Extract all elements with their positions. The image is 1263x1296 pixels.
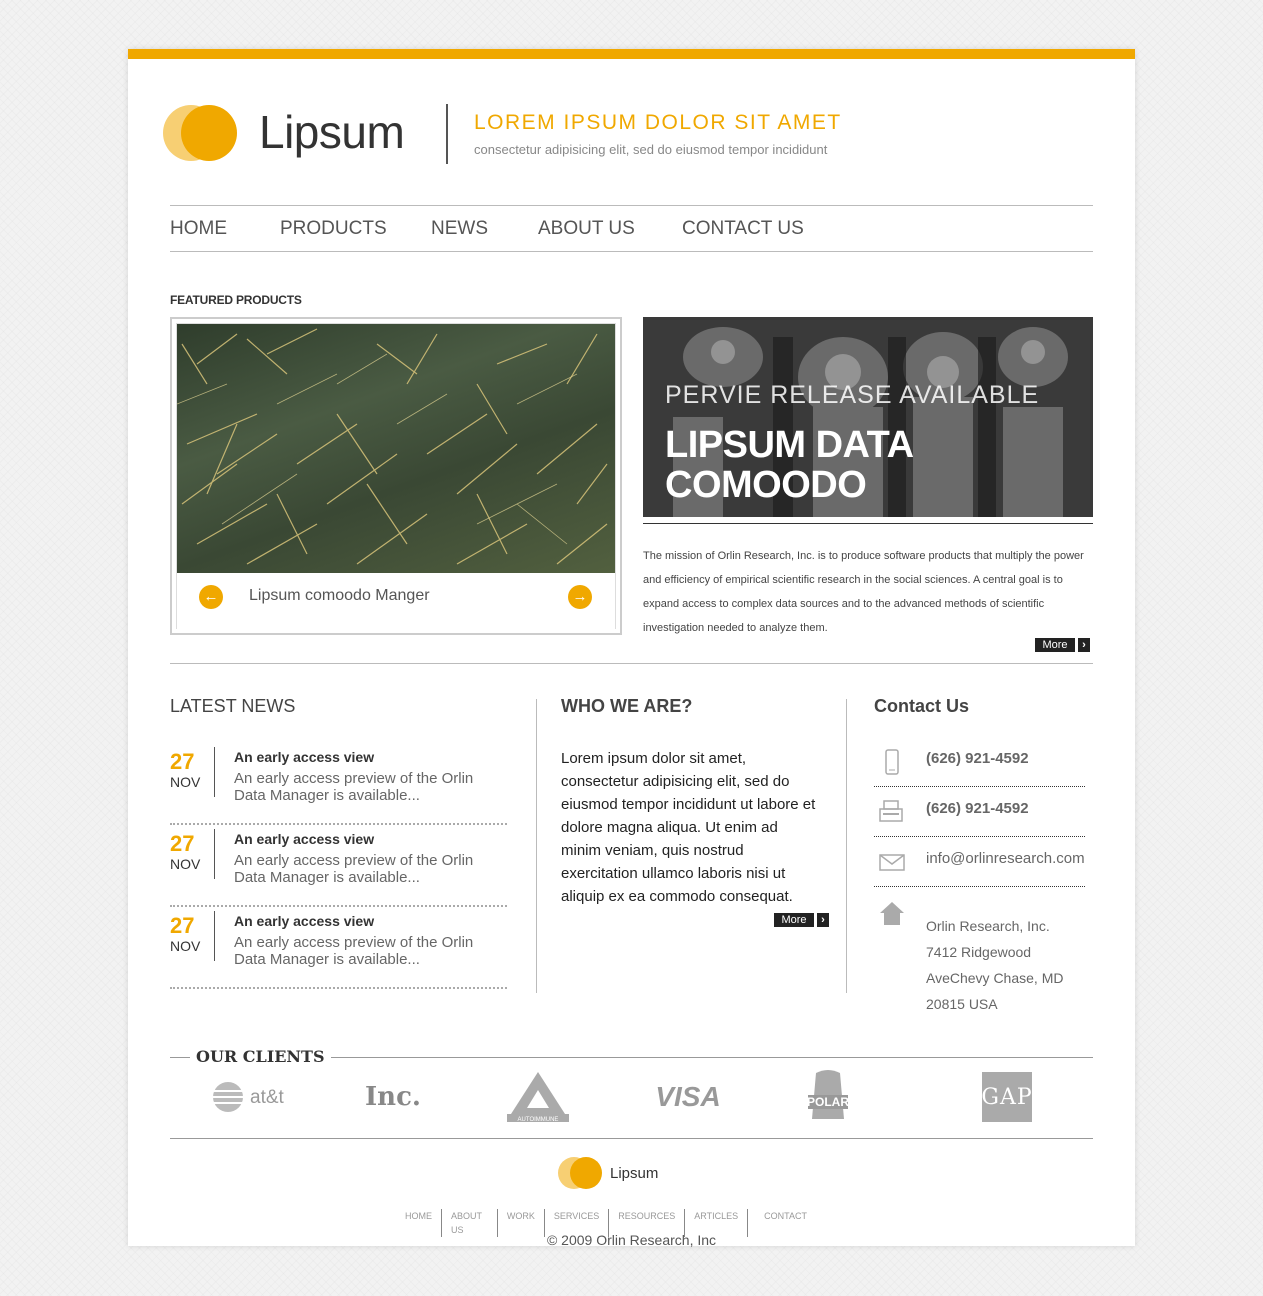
section-divider (170, 663, 1093, 664)
client-inc-text: Inc. (365, 1082, 421, 1112)
envelope-icon (878, 849, 906, 875)
logo-text[interactable]: Lipsum (259, 105, 405, 159)
news-title[interactable]: An early access view (234, 831, 374, 847)
svg-text:AUTOIMMUNE: AUTOIMMUNE (518, 1117, 559, 1123)
arrow-left-icon: ← (203, 588, 219, 605)
banner-underline (643, 523, 1093, 524)
contact-fax[interactable]: (626) 921-4592 (926, 800, 1029, 817)
client-logo-autoimmune[interactable]: AUTOIMMUNE (503, 1069, 573, 1125)
news-title[interactable]: An early access view (234, 749, 374, 765)
news-desc: An early access preview of the Orlin Dat… (234, 770, 474, 804)
column-divider (536, 699, 537, 993)
featured-label: FEATURED PRODUCTS (170, 293, 302, 307)
contact-title: Contact Us (874, 696, 970, 716)
nav-about-us[interactable]: ABOUT US (538, 218, 635, 240)
nav-products[interactable]: PRODUCTS (280, 218, 387, 240)
more-label: More (1035, 638, 1075, 652)
client-logo-polar[interactable]: POLAR (798, 1069, 858, 1125)
latest-news-title: LATEST NEWS (170, 696, 296, 716)
slider-caption: Lipsum comoodo Manger (249, 587, 430, 604)
client-gap-text: GAP (981, 1072, 1032, 1122)
client-logo-gap[interactable]: GAP (981, 1069, 1033, 1125)
clients-label: OUR CLIENTS (190, 1047, 331, 1066)
contact-email-row: info@orlinresearch.com (874, 837, 1085, 887)
home-icon (878, 899, 906, 927)
mobile-phone-icon (878, 749, 906, 775)
news-day: 27 (170, 913, 195, 938)
column-divider (846, 699, 847, 993)
mission-more-button[interactable]: More › (1035, 638, 1090, 652)
client-logo-att[interactable]: at&t (208, 1069, 298, 1125)
footer-divider (170, 1138, 1093, 1139)
tagline: LOREM IPSUM DOLOR SIT AMET (474, 111, 842, 134)
page-container: Lipsum LOREM IPSUM DOLOR SIT AMET consec… (128, 49, 1135, 1248)
banner-title: LIPSUM DATA COMOODO (665, 425, 914, 505)
chevron-right-icon: › (1078, 638, 1090, 652)
footer-logo-text[interactable]: Lipsum (610, 1165, 658, 1182)
contact-phone[interactable]: (626) 921-4592 (926, 750, 1029, 767)
news-day: 27 (170, 749, 195, 774)
arrow-right-icon: → (572, 588, 588, 605)
header-divider (446, 104, 448, 164)
who-title: WHO WE ARE? (561, 696, 693, 716)
news-desc: An early access preview of the Orlin Dat… (234, 852, 474, 886)
news-month: NOV (170, 938, 201, 954)
slider-image-cactus (177, 324, 615, 573)
main-nav: HOME PRODUCTS NEWS ABOUT US CONTACT US (170, 205, 1093, 252)
subtagline: consectetur adipisicing elit, sed do eiu… (474, 142, 828, 157)
slider-prev-button[interactable]: ← (199, 585, 223, 609)
news-item[interactable]: 27 NOV An early access view An early acc… (170, 825, 507, 907)
banner-subtitle: PERVIE RELEASE AVAILABLE (665, 381, 1040, 409)
copyright: © 2009 Orlin Research, Inc (546, 1232, 717, 1248)
who-more-button[interactable]: More › (774, 913, 829, 927)
svg-text:at&t: at&t (250, 1087, 285, 1108)
who-text: Lorem ipsum dolor sit amet, consectetur … (561, 750, 816, 905)
chevron-right-icon: › (817, 913, 829, 927)
nav-news[interactable]: NEWS (431, 218, 488, 240)
address-line: AveChevy Chase, MD (926, 970, 1064, 986)
address-line: 7412 Ridgewood (926, 944, 1032, 960)
address-line: 20815 USA (926, 996, 998, 1012)
slider-next-button[interactable]: → (568, 585, 592, 609)
news-item[interactable]: 27 NOV An early access view An early acc… (170, 907, 507, 989)
fax-icon (878, 799, 906, 825)
nav-contact-us[interactable]: CONTACT US (682, 218, 804, 240)
mission-text: The mission of Orlin Research, Inc. is t… (643, 550, 1084, 634)
footer-logo-mark[interactable] (558, 1157, 608, 1191)
news-month: NOV (170, 774, 201, 790)
banner-title-line1: LIPSUM DATA (665, 424, 914, 466)
news-desc: An early access preview of the Orlin Dat… (234, 934, 474, 968)
banner-title-line2: COMOODO (665, 464, 867, 506)
contact-address: Orlin Research, Inc. 7412 Ridgewood AveC… (926, 913, 1063, 1017)
more-label: More (774, 913, 814, 927)
product-slider: ← Lipsum comoodo Manger → (170, 317, 622, 635)
news-day: 27 (170, 831, 195, 856)
client-logo-inc[interactable]: Inc. (353, 1069, 433, 1125)
address-line: Orlin Research, Inc. (926, 918, 1050, 934)
contact-phone-row: (626) 921-4592 (874, 737, 1085, 787)
nav-home[interactable]: HOME (170, 218, 227, 240)
contact-email[interactable]: info@orlinresearch.com (926, 850, 1085, 867)
client-logo-visa[interactable]: VISA (648, 1069, 728, 1125)
svg-text:POLAR: POLAR (807, 1095, 849, 1109)
contact-fax-row: (626) 921-4592 (874, 787, 1085, 837)
logo-mark[interactable] (163, 105, 239, 161)
news-title[interactable]: An early access view (234, 913, 374, 929)
news-month: NOV (170, 856, 201, 872)
news-item[interactable]: 27 NOV An early access view An early acc… (170, 743, 507, 825)
client-visa-text: VISA (655, 1081, 721, 1112)
featured-banner[interactable]: PERVIE RELEASE AVAILABLE LIPSUM DATA COM… (643, 317, 1093, 517)
